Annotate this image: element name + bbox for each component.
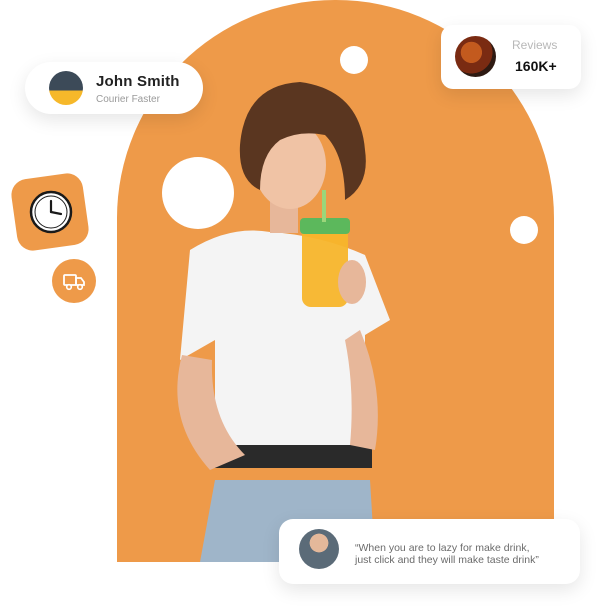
courier-card[interactable]: John Smith Courier Faster (25, 62, 203, 114)
woman-drinking-juice-image (177, 82, 390, 562)
courier-name: John Smith (96, 73, 180, 90)
avatar (49, 71, 83, 105)
reviews-label: Reviews (512, 38, 558, 52)
testimonial-text-line-2: just click and they will make taste drin… (355, 554, 539, 566)
truck-icon (63, 274, 85, 291)
reviews-count: 160K+ (515, 58, 557, 74)
food-thumbnail (455, 36, 496, 77)
clock-icon (29, 190, 73, 234)
courier-role: Courier Faster (96, 94, 160, 105)
testimonial-text-line-1: “When you are to lazy for make drink, (355, 542, 530, 554)
avatar (299, 529, 339, 569)
decor-circle-right (510, 216, 538, 244)
reviews-card[interactable]: Reviews 160K+ (441, 25, 581, 89)
testimonial-card[interactable]: “When you are to lazy for make drink, ju… (279, 519, 580, 584)
